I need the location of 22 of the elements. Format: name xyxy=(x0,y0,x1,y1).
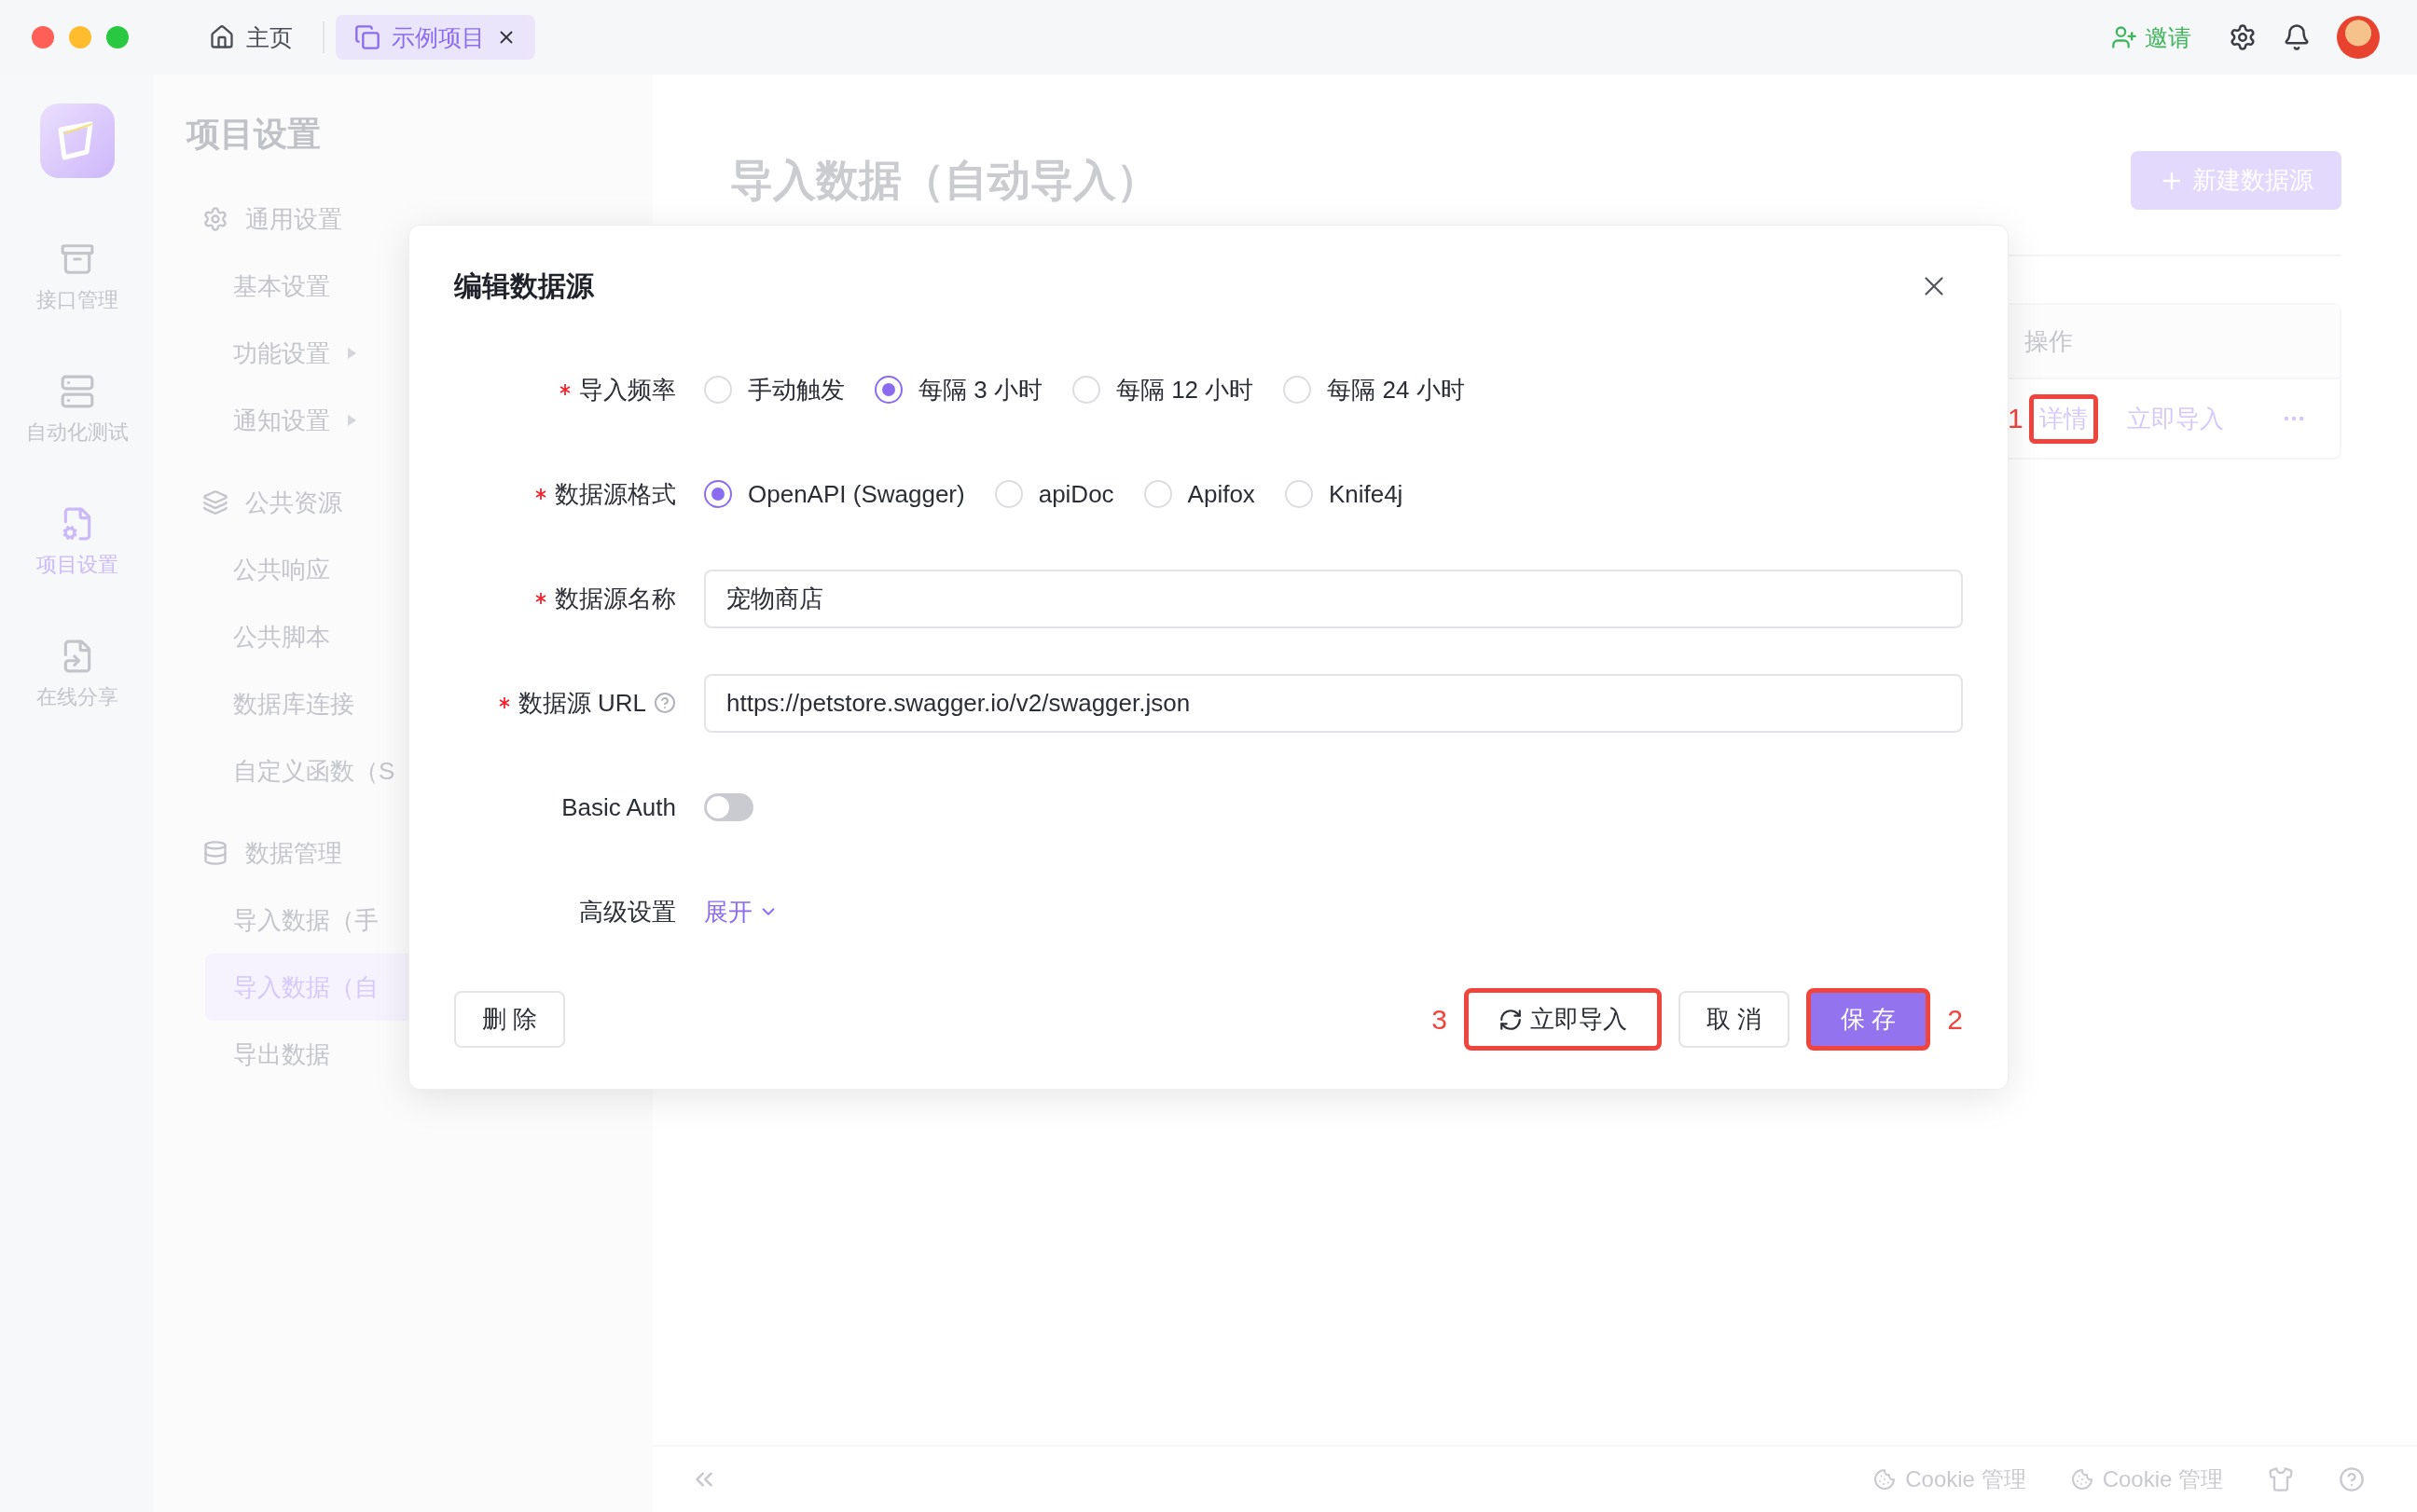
nav-group-label: 公共资源 xyxy=(245,487,342,518)
tab-label: 主页 xyxy=(246,22,293,52)
callout-number: 1 xyxy=(2008,403,2023,434)
field-label: 导入频率 xyxy=(579,374,676,405)
callout-number: 3 xyxy=(1431,1003,1447,1036)
dialog-title: 编辑数据源 xyxy=(454,268,594,303)
field-label: Basic Auth xyxy=(561,792,676,822)
field-label: 数据源格式 xyxy=(555,478,676,510)
nav-title: 项目设置 xyxy=(185,114,322,155)
nav-item-label: 功能设置 xyxy=(233,337,330,369)
column-header: 操作 xyxy=(2023,325,2074,357)
nav-group-label: 数据管理 xyxy=(245,837,342,869)
field-label: 数据源 URL xyxy=(518,687,646,719)
nav-item-label: 公共脚本 xyxy=(233,621,330,653)
field-label: 数据源名称 xyxy=(555,583,676,614)
field-label: 高级设置 xyxy=(579,896,676,928)
callout-number: 2 xyxy=(1947,1003,1963,1036)
nav-group-label: 通用设置 xyxy=(245,203,342,235)
nav-item-label: 自定义函数（S xyxy=(233,755,395,787)
nav-item-label: 导出数据 xyxy=(233,1038,330,1070)
nav-item-label: 通知设置 xyxy=(233,405,330,436)
tab-label: 示例项目 xyxy=(392,22,485,52)
